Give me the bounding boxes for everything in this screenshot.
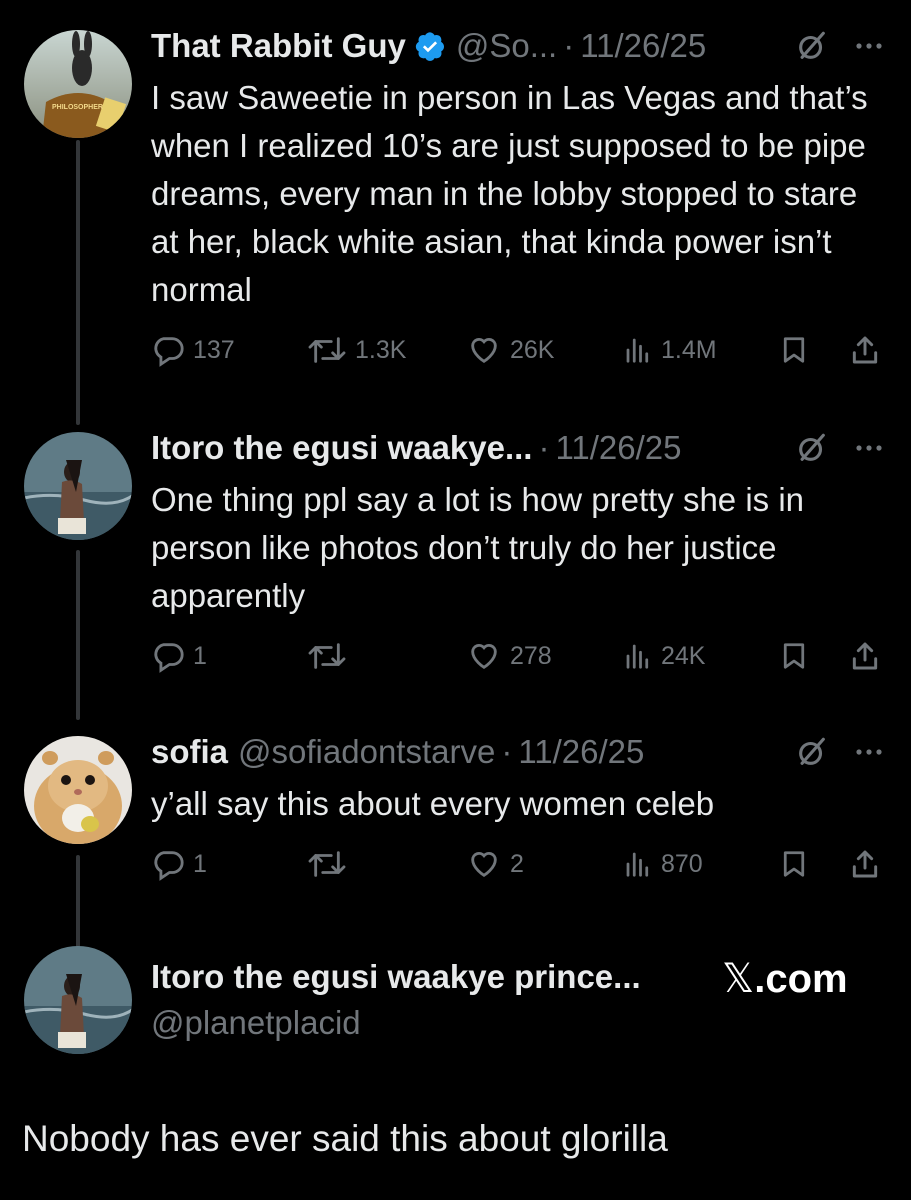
reply-button[interactable]: 1: [151, 844, 207, 884]
share-button[interactable]: [849, 844, 881, 884]
reply-button[interactable]: 1: [151, 636, 207, 676]
avatar[interactable]: [24, 736, 132, 844]
thread-line: [76, 140, 80, 425]
caption-text: Nobody has ever said this about glorilla: [22, 1118, 668, 1159]
like-count: 26K: [510, 335, 555, 364]
tweet-date[interactable]: 11/26/25: [555, 429, 681, 467]
reply-icon: [154, 337, 184, 367]
tweet-date[interactable]: 11/26/25: [580, 27, 706, 65]
verified-badge-icon: [415, 32, 444, 61]
bookmark-icon: [783, 337, 805, 363]
like-count: 278: [510, 641, 552, 670]
reply-count: 1: [193, 641, 207, 670]
grok-icon[interactable]: [795, 735, 829, 769]
repost-icon: [308, 337, 346, 363]
share-button[interactable]: [849, 330, 881, 370]
share-icon: [852, 850, 878, 878]
bookmark-button[interactable]: [779, 330, 809, 370]
embed-author-name[interactable]: Itoro the egusi waakye prince...: [151, 958, 641, 996]
bookmark-icon: [783, 643, 805, 669]
embed-author-handle[interactable]: @planetplacid: [151, 1004, 361, 1042]
avatar[interactable]: PHILOSOPHER: [24, 30, 132, 138]
author-name[interactable]: sofia: [151, 733, 228, 771]
share-icon: [852, 336, 878, 364]
tweet-text: One thing ppl say a lot is how pretty sh…: [151, 481, 805, 614]
author-name[interactable]: Itoro the egusi waakye...: [151, 429, 532, 467]
header-actions: [795, 428, 883, 468]
reply-icon: [154, 643, 184, 673]
author-handle[interactable]: @sofiadontstarve: [238, 733, 495, 771]
views-count: 24K: [661, 641, 706, 670]
grok-icon[interactable]: [795, 29, 829, 63]
repost-button[interactable]: 1.3K: [307, 330, 406, 370]
header-actions: [795, 26, 883, 66]
views-icon: [626, 852, 649, 877]
separator-dot: ·: [563, 27, 575, 64]
views-count: 1.4M: [661, 335, 717, 364]
views-icon: [626, 338, 649, 363]
bookmark-button[interactable]: [779, 844, 809, 884]
x-logo-icon: 𝕏.com: [722, 957, 848, 1001]
bookmark-button[interactable]: [779, 636, 809, 676]
header-actions: [795, 732, 883, 772]
like-button[interactable]: 278: [466, 636, 552, 676]
thread-line: [76, 855, 80, 950]
views-button[interactable]: 24K: [623, 636, 705, 676]
tweet-header: sofia @sofiadontstarve · 11/26/25: [151, 732, 883, 772]
reply-count: 1: [193, 849, 207, 878]
share-button[interactable]: [849, 636, 881, 676]
thread-line: [76, 550, 80, 720]
views-button[interactable]: 870: [623, 844, 703, 884]
separator-dot: ·: [538, 429, 550, 466]
avatar[interactable]: [24, 946, 132, 1054]
views-button[interactable]: 1.4M: [623, 330, 717, 370]
repost-icon: [308, 851, 346, 877]
reply-button[interactable]: 137: [151, 330, 235, 370]
tweet-header: That Rabbit Guy @So... · 11/26/25: [151, 26, 883, 66]
like-icon: [471, 852, 497, 878]
separator-dot: ·: [501, 733, 513, 770]
more-icon[interactable]: [855, 444, 883, 452]
views-icon: [626, 644, 649, 669]
like-icon: [471, 338, 497, 364]
author-handle[interactable]: @So...: [456, 27, 557, 65]
tweet-actions: 1 278 24K: [151, 636, 886, 676]
like-button[interactable]: 2: [466, 844, 524, 884]
reply-icon: [154, 851, 184, 881]
avatar[interactable]: [24, 432, 132, 540]
repost-icon: [308, 643, 346, 669]
repost-button[interactable]: [307, 636, 355, 676]
tweet-text: I saw Saweetie in person in Las Vegas an…: [151, 79, 868, 308]
repost-button[interactable]: [307, 844, 355, 884]
like-count: 2: [510, 849, 524, 878]
x-logo-mark: 𝕏: [722, 957, 755, 1001]
more-icon[interactable]: [855, 748, 883, 756]
grok-icon[interactable]: [795, 431, 829, 465]
more-icon[interactable]: [855, 42, 883, 50]
share-icon: [852, 642, 878, 670]
author-name[interactable]: That Rabbit Guy: [151, 27, 406, 65]
tweet-actions: 137 1.3K 26K 1.4M: [151, 330, 886, 370]
tweet-header: Itoro the egusi waakye... · 11/26/25: [151, 428, 883, 468]
bookmark-icon: [783, 851, 805, 877]
like-icon: [471, 644, 497, 670]
tweet-actions: 1 2 870: [151, 844, 886, 884]
like-button[interactable]: 26K: [466, 330, 554, 370]
tweet-date[interactable]: 11/26/25: [518, 733, 644, 771]
reply-count: 137: [193, 335, 235, 364]
repost-count: 1.3K: [355, 335, 407, 364]
x-com-watermark: 𝕏.com: [722, 956, 848, 1002]
avatar-hoodie-text: PHILOSOPHER: [52, 104, 103, 111]
views-count: 870: [661, 849, 703, 878]
tweet-text: y’all say this about every women celeb: [151, 785, 715, 822]
